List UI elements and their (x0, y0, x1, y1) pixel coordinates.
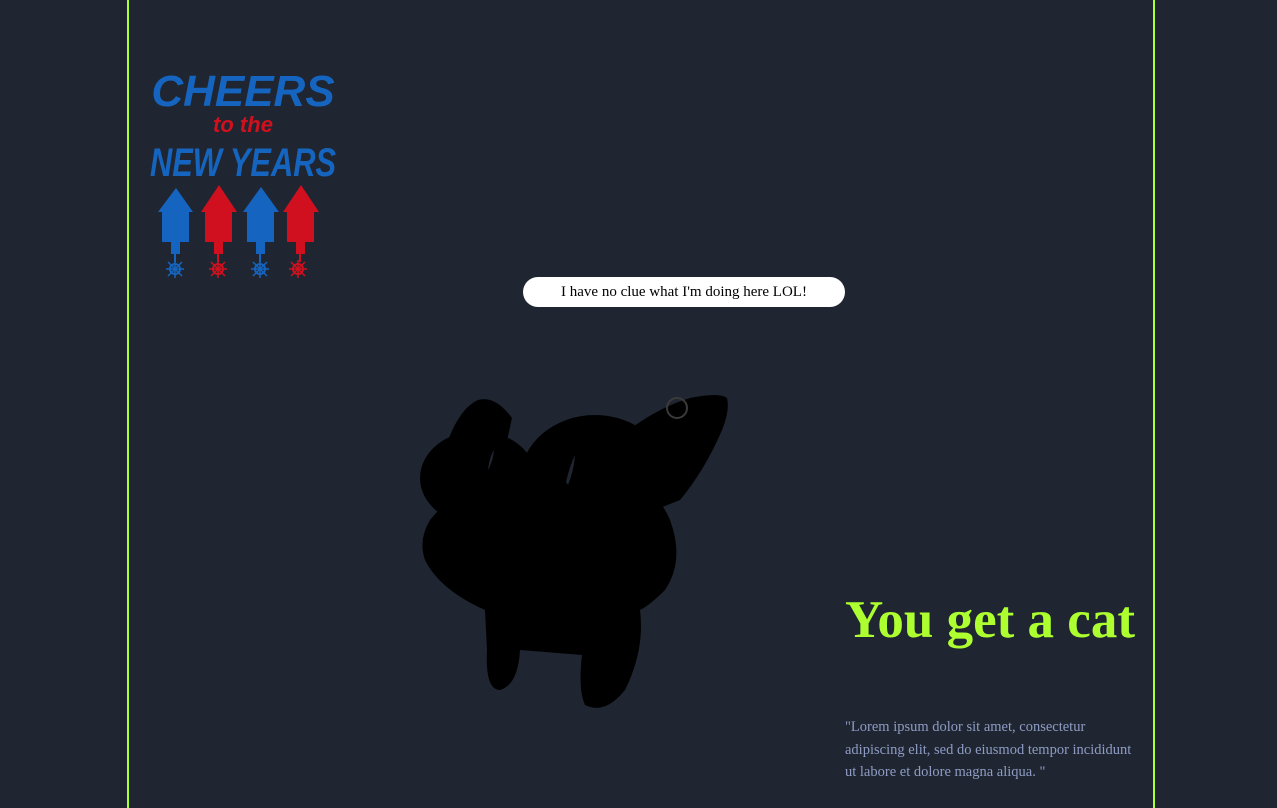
logo-line-2: to the (213, 112, 273, 137)
logo-line-1: CHEERS (151, 67, 334, 116)
rocket-icon (201, 185, 237, 278)
cat-silhouette-icon (420, 395, 728, 708)
quote-text: "Lorem ipsum dolor sit amet, consectetur… (845, 719, 1132, 780)
cheers-new-year-logo: CHEERS to the NEW YEARS (148, 62, 338, 287)
speech-bubble-text: I have no clue what I'm doing here LOL! (561, 283, 807, 300)
rocket-icon (158, 188, 193, 278)
cat-illustration (410, 385, 740, 715)
page-title: You get a cat (845, 591, 1135, 649)
rocket-icon (283, 185, 319, 278)
logo-line-3: NEW YEARS (150, 141, 336, 185)
logo-graphic: CHEERS to the NEW YEARS (150, 67, 336, 278)
rocket-icon (243, 187, 279, 278)
speech-bubble: I have no clue what I'm doing here LOL! (523, 277, 845, 307)
